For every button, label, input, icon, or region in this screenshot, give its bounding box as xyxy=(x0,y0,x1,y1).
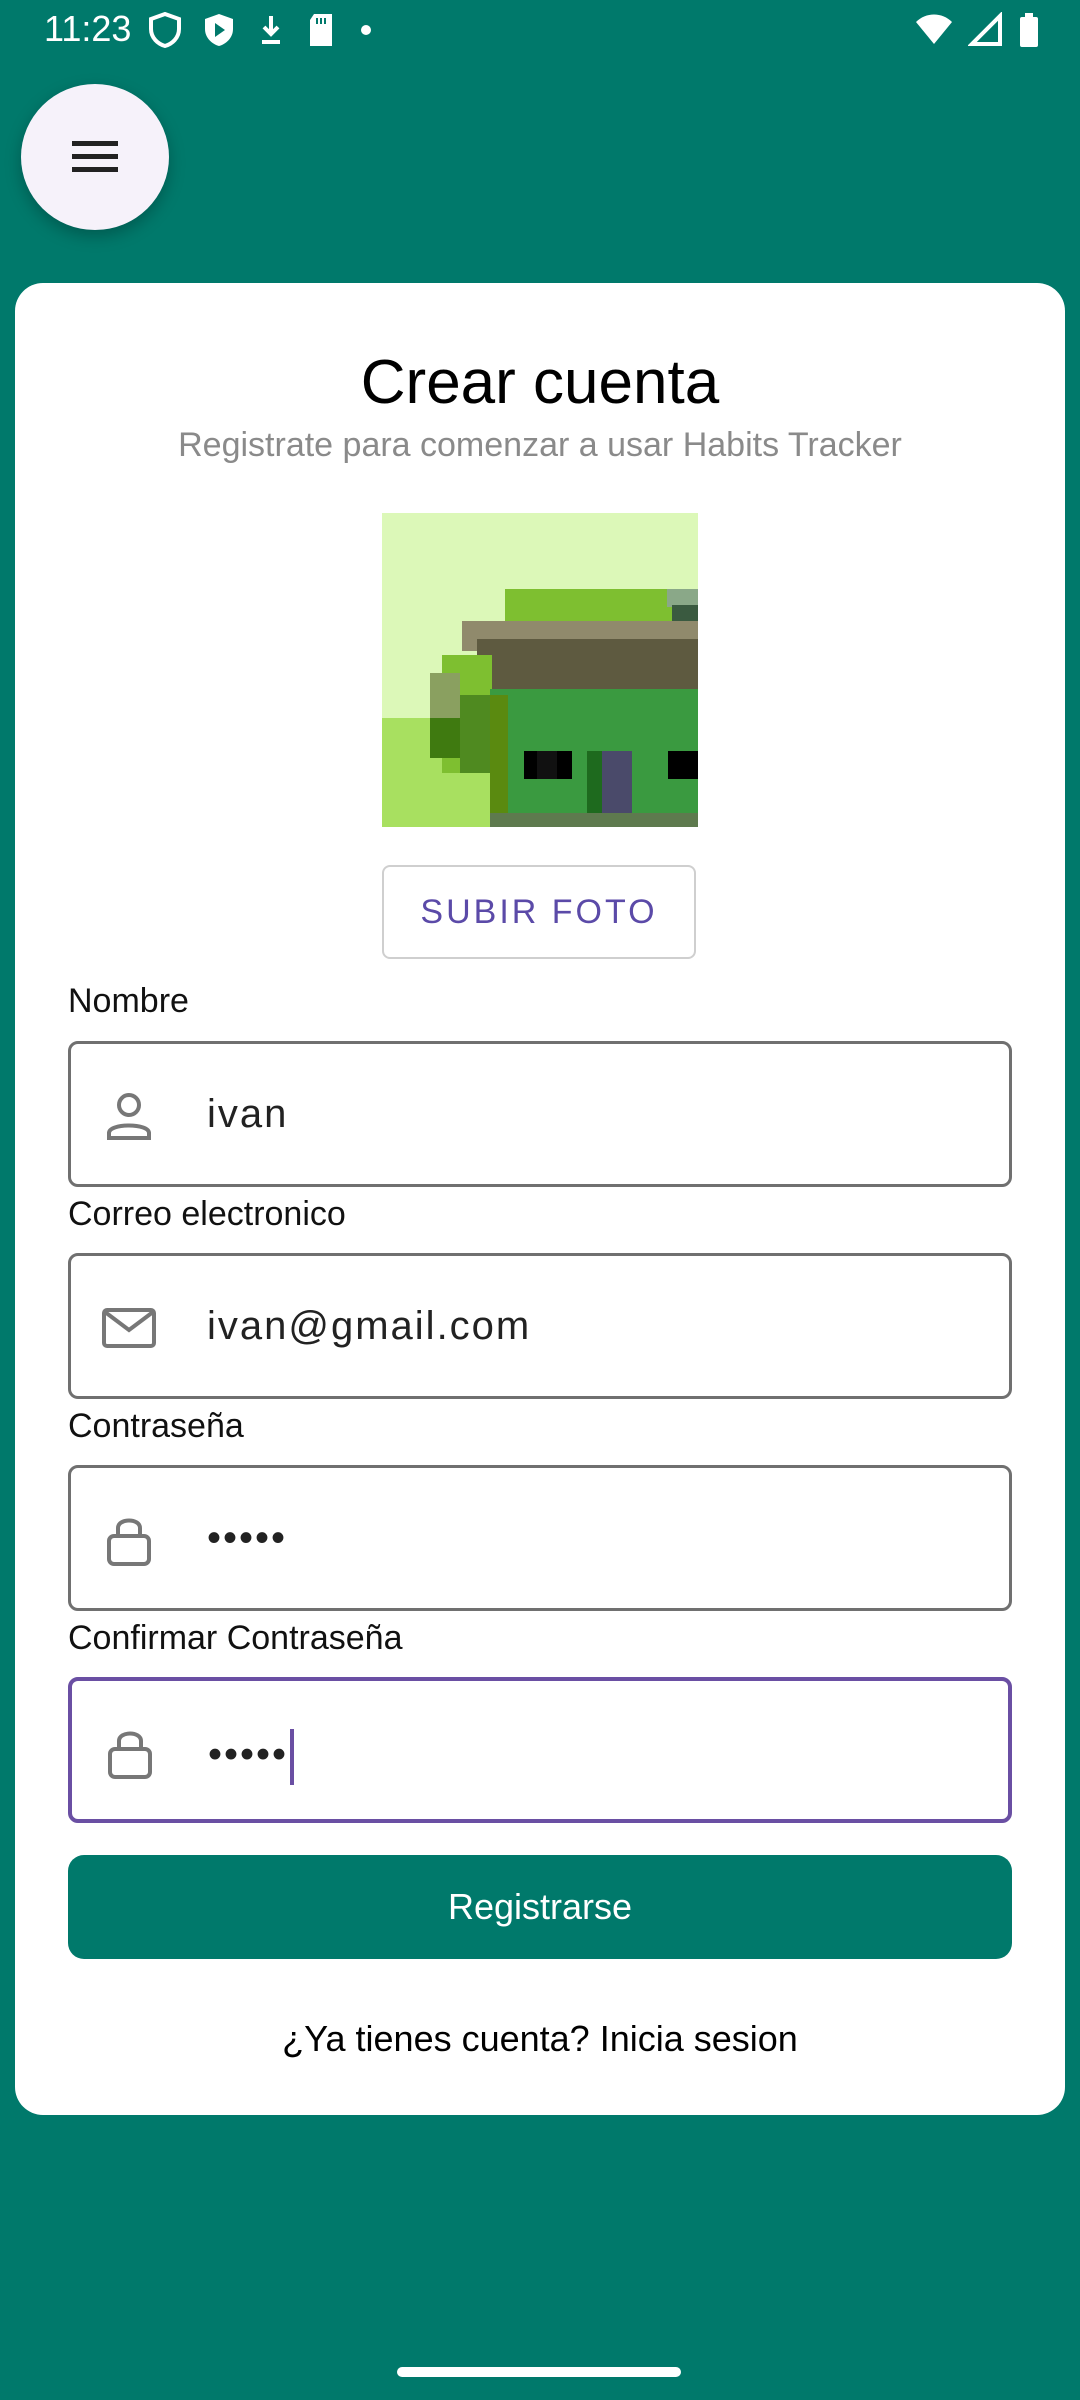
text-caret xyxy=(290,1729,295,1785)
shield-icon xyxy=(149,12,181,48)
confirm-password-field[interactable]: ••••• xyxy=(68,1677,1012,1823)
email-field[interactable]: ivan@gmail.com xyxy=(68,1253,1012,1399)
page-title: Crear cuenta xyxy=(360,348,720,417)
mail-icon xyxy=(102,1308,156,1348)
password-field[interactable]: ••••• xyxy=(68,1465,1012,1611)
dot-icon xyxy=(361,25,371,35)
name-value: ivan xyxy=(207,1092,289,1136)
battery-icon xyxy=(1020,13,1038,47)
lock-icon xyxy=(108,1731,152,1779)
status-time: 11:23 xyxy=(44,8,132,49)
navigation-handle[interactable] xyxy=(397,2367,681,2377)
hamburger-menu-icon xyxy=(72,141,118,172)
wifi-icon xyxy=(916,14,952,44)
name-field[interactable]: ivan xyxy=(68,1041,1012,1187)
status-icons-right xyxy=(914,12,1040,48)
signal-icon xyxy=(968,12,1002,46)
menu-button[interactable] xyxy=(21,84,169,230)
name-label: Nombre xyxy=(68,982,189,1020)
email-value: ivan@gmail.com xyxy=(207,1304,532,1348)
person-icon xyxy=(107,1093,151,1140)
email-label: Correo electronico xyxy=(68,1195,346,1233)
password-value: ••••• xyxy=(207,1516,288,1560)
upload-photo-button[interactable]: SUBIR FOTO xyxy=(382,865,696,959)
download-icon xyxy=(262,16,280,44)
login-link[interactable]: ¿Ya tienes cuenta? Inicia sesion xyxy=(15,2018,1065,2060)
sd-card-icon xyxy=(310,14,332,46)
status-bar: 11:23 xyxy=(0,0,1080,62)
register-card: Crear cuenta Registrate para comenzar a … xyxy=(15,283,1065,2115)
status-icons-left xyxy=(148,12,376,48)
confirm-password-text: ••••• xyxy=(208,1732,289,1777)
confirm-password-label: Confirmar Contraseña xyxy=(68,1619,403,1657)
password-label: Contraseña xyxy=(68,1407,244,1445)
avatar-image xyxy=(382,513,698,827)
page-subtitle: Registrate para comenzar a usar Habits T… xyxy=(178,426,902,464)
confirm-password-value: ••••• xyxy=(208,1729,295,1785)
lock-icon xyxy=(107,1518,151,1566)
play-protect-icon xyxy=(205,14,233,46)
register-button[interactable]: Registrarse xyxy=(68,1855,1012,1959)
